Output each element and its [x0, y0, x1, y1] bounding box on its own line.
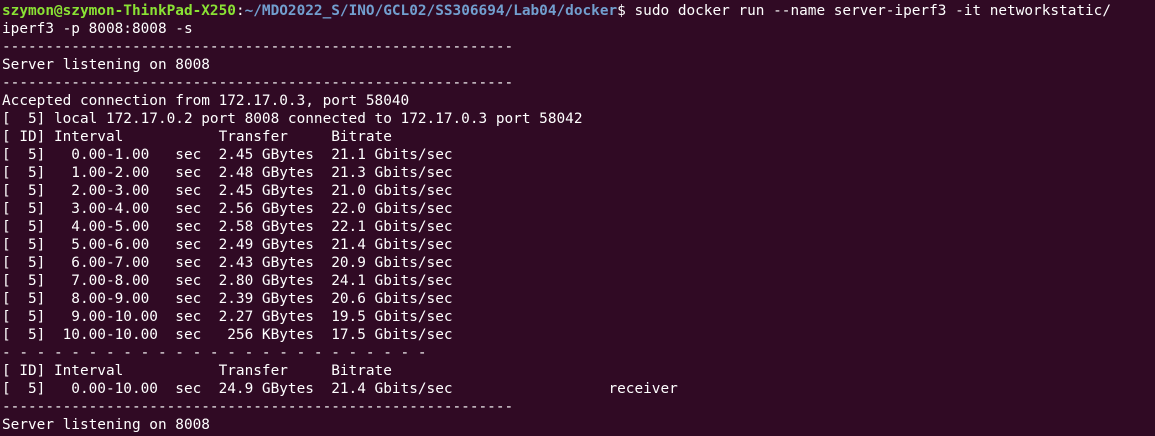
interval-row: [ 5] 2.00-3.00 sec 2.45 GBytes 21.0 Gbit… — [2, 183, 453, 199]
server-listening-line: Server listening on 8008 — [2, 57, 210, 73]
interval-row: [ 5] 1.00-2.00 sec 2.48 GBytes 21.3 Gbit… — [2, 165, 453, 181]
server-listening-line-final: Server listening on 8008 — [2, 417, 210, 433]
local-connection-line: [ 5] local 172.17.0.2 port 8008 connecte… — [2, 111, 583, 127]
interval-row: [ 5] 9.00-10.00 sec 2.27 GBytes 19.5 Gbi… — [2, 309, 453, 325]
command-text: sudo docker run --name server-iperf3 -it… — [634, 3, 1112, 19]
summary-header: [ ID] Interval Transfer Bitrate — [2, 363, 392, 379]
prompt-user-host: szymon@szymon-ThinkPad-X250 — [2, 3, 236, 19]
separator-rule: ----------------------------------------… — [2, 75, 514, 91]
interval-row: [ 5] 3.00-4.00 sec 2.56 GBytes 22.0 Gbit… — [2, 201, 453, 217]
separator-rule: ----------------------------------------… — [2, 39, 514, 55]
accepted-connection-line: Accepted connection from 172.17.0.3, por… — [2, 93, 410, 109]
prompt-path: ~/MDO2022_S/INO/GCL02/SS306694/Lab04/doc… — [244, 3, 618, 19]
interval-row: [ 5] 4.00-5.00 sec 2.58 GBytes 22.1 Gbit… — [2, 219, 453, 235]
prompt-line: szymon@szymon-ThinkPad-X250:~/MDO2022_S/… — [2, 2, 1155, 20]
dashed-separator: - - - - - - - - - - - - - - - - - - - - … — [2, 345, 427, 361]
interval-row: [ 5] 0.00-1.00 sec 2.45 GBytes 21.1 Gbit… — [2, 147, 453, 163]
prompt-separator: : — [235, 3, 245, 19]
summary-row: [ 5] 0.00-10.00 sec 24.9 GBytes 21.4 Gbi… — [2, 381, 678, 397]
interval-row: [ 5] 7.00-8.00 sec 2.80 GBytes 24.1 Gbit… — [2, 273, 453, 289]
command-wrap-line: iperf3 -p 8008:8008 -s — [2, 21, 193, 37]
interval-row: [ 5] 10.00-10.00 sec 256 KBytes 17.5 Gbi… — [2, 327, 453, 343]
interval-row: [ 5] 5.00-6.00 sec 2.49 GBytes 21.4 Gbit… — [2, 237, 453, 253]
interval-row: [ 5] 8.00-9.00 sec 2.39 GBytes 20.6 Gbit… — [2, 291, 453, 307]
prompt-symbol: $ — [617, 3, 635, 19]
interval-row: [ 5] 6.00-7.00 sec 2.43 GBytes 20.9 Gbit… — [2, 255, 453, 271]
interval-header: [ ID] Interval Transfer Bitrate — [2, 129, 392, 145]
terminal-window[interactable]: szymon@szymon-ThinkPad-X250:~/MDO2022_S/… — [0, 0, 1155, 436]
separator-rule: ----------------------------------------… — [2, 399, 514, 415]
